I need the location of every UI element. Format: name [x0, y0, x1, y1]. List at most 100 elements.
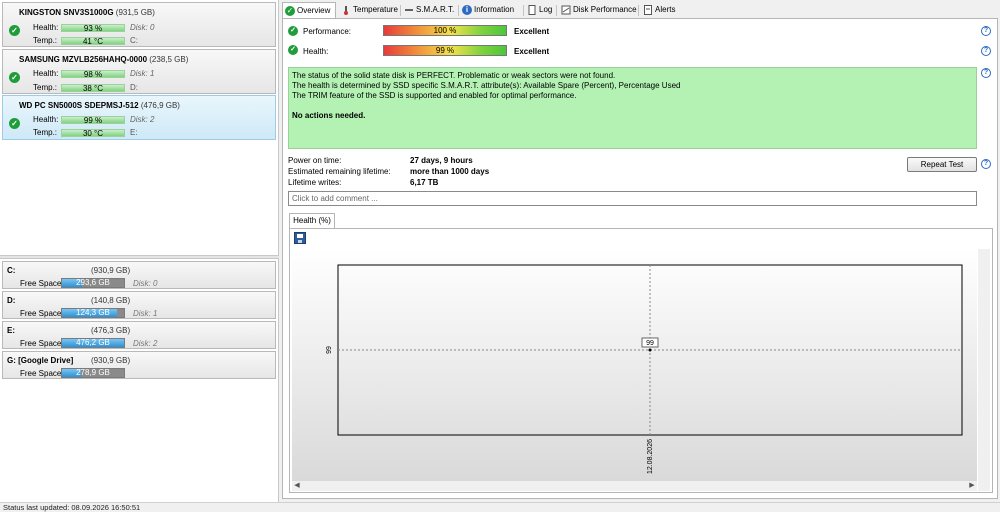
check-icon: ✓ [9, 25, 20, 36]
tab-separator [458, 5, 459, 16]
disk-name: KINGSTON SNV3S1000G (931,5 GB) [19, 8, 155, 17]
free-space-bar: 293,6 GB [61, 278, 125, 288]
disk-item-2[interactable]: WD PC SN5000S SDEPMSJ-512 (476,9 GB) ✓ H… [2, 95, 276, 140]
health-bar: 93 % [61, 24, 125, 33]
vertical-scrollbar[interactable] [978, 249, 990, 491]
overview-panel: ✓ Performance: 100 % Excellent ? ✓ Healt… [282, 18, 998, 499]
health-label: Health: [33, 23, 59, 32]
disk-number: Disk: 1 [130, 69, 155, 78]
tab-label: S.M.A.R.T. [416, 5, 455, 14]
tab-overview[interactable]: ✓ Overview [282, 2, 336, 18]
thermometer-icon [341, 5, 351, 15]
volume-item-c[interactable]: C: (930,9 GB) Free Space 293,6 GB Disk: … [2, 261, 276, 289]
status-message-line: The status of the solid state disk is PE… [292, 71, 616, 80]
disk-item-1[interactable]: SAMSUNG MZVLB256HAHQ-0000 (238,5 GB) ✓ H… [2, 49, 276, 94]
disk-size: (476,9 GB) [140, 101, 180, 110]
tab-separator [400, 5, 401, 16]
performance-bar: 100 % [383, 25, 507, 36]
disk-size: (931,5 GB) [115, 8, 155, 17]
tab-label: Overview [297, 6, 331, 15]
tab-label: Disk Performance [573, 5, 637, 14]
free-space-bar: 124,3 GB [61, 308, 125, 318]
health-bar: 98 % [61, 70, 125, 79]
temp-bar: 30 °C [61, 129, 125, 138]
volume-size: (930,9 GB) [91, 266, 131, 275]
health-bar: 99 % [61, 116, 125, 125]
drive-letter: E: [130, 128, 138, 137]
scroll-left-icon[interactable]: ◀ [292, 481, 302, 491]
info-icon: i [462, 5, 472, 15]
x-tick-label: 12.08.2026 [647, 439, 654, 474]
help-icon[interactable]: ? [981, 159, 991, 169]
data-point [648, 348, 652, 352]
tab-information[interactable]: i Information [460, 2, 514, 18]
volume-disk: Disk: 2 [133, 339, 158, 348]
volume-letter: D: [7, 296, 16, 305]
tab-health-chart[interactable]: Health (%) [289, 213, 335, 228]
disk-size: (238,5 GB) [149, 55, 189, 64]
disk-model: WD PC SN5000S SDEPMSJ-512 [19, 101, 139, 110]
comment-input[interactable] [288, 191, 977, 206]
disk-number: Disk: 2 [130, 115, 155, 124]
disk-model: KINGSTON SNV3S1000G [19, 8, 114, 17]
smart-icon [404, 5, 414, 15]
free-space-label: Free Space [20, 339, 62, 348]
power-on-label: Power on time: [288, 156, 342, 165]
lifetime-value: more than 1000 days [410, 167, 490, 176]
temp-bar: 41 °C [61, 37, 125, 46]
disk-name: SAMSUNG MZVLB256HAHQ-0000 (238,5 GB) [19, 55, 188, 64]
check-icon: ✓ [288, 45, 298, 55]
drive-letter: C: [130, 36, 138, 45]
volume-letter: E: [7, 326, 15, 335]
volume-item-d[interactable]: D: (140,8 GB) Free Space 124,3 GB Disk: … [2, 291, 276, 319]
temp-label: Temp.: [33, 83, 58, 92]
horizontal-scrollbar[interactable]: ◀ ▶ [292, 481, 977, 491]
help-icon[interactable]: ? [981, 26, 991, 36]
tab-log[interactable]: Log [525, 2, 552, 18]
repeat-test-button[interactable]: Repeat Test [907, 157, 977, 172]
tab-alerts[interactable]: Alerts [641, 2, 675, 18]
free-space-value: 278,9 GB [76, 368, 110, 377]
volume-letter: G: [Google Drive] [7, 356, 74, 365]
volume-item-e[interactable]: E: (476,3 GB) Free Space 476,2 GB Disk: … [2, 321, 276, 349]
tab-separator [556, 5, 557, 16]
health-bar: 99 % [383, 45, 507, 56]
tab-separator [638, 5, 639, 16]
volume-item-g[interactable]: G: [Google Drive] (930,9 GB) Free Space … [2, 351, 276, 379]
disk-item-0[interactable]: KINGSTON SNV3S1000G (931,5 GB) ✓ Health:… [2, 2, 276, 47]
chart-frame: 99 99 12.08.2026 ◀ ▶ [289, 228, 993, 493]
status-bar: Status last updated: 08.09.2026 16:50:51 [0, 502, 1000, 512]
volume-size: (476,3 GB) [91, 326, 131, 335]
free-space-label: Free Space [20, 279, 62, 288]
help-icon[interactable]: ? [981, 68, 991, 78]
drive-letter: D: [130, 83, 138, 92]
alerts-icon [643, 5, 653, 15]
tab-disk-performance[interactable]: Disk Performance [559, 2, 637, 18]
writes-value: 6,17 TB [410, 178, 439, 187]
tab-smart[interactable]: S.M.A.R.T. [402, 2, 454, 18]
tab-temperature[interactable]: Temperature [339, 2, 398, 18]
health-rating: Excellent [514, 47, 550, 56]
free-space-label: Free Space [20, 369, 62, 378]
free-space-value: 124,3 GB [76, 308, 110, 317]
check-icon: ✓ [288, 26, 298, 36]
tab-label: Alerts [655, 5, 676, 14]
chart-area: 99 99 12.08.2026 [292, 249, 977, 481]
disk-number: Disk: 0 [130, 23, 155, 32]
help-icon[interactable]: ? [981, 46, 991, 56]
save-icon[interactable] [294, 232, 306, 244]
status-message-line: The health is determined by SSD specific… [292, 81, 681, 90]
performance-label: Performance: [303, 27, 352, 36]
check-icon: ✓ [9, 72, 20, 83]
scroll-right-icon[interactable]: ▶ [967, 481, 977, 491]
check-icon: ✓ [285, 6, 295, 16]
health-label: Health: [33, 69, 59, 78]
status-message-box: The status of the solid state disk is PE… [288, 67, 977, 149]
free-space-value: 476,2 GB [76, 338, 110, 347]
free-space-label: Free Space [20, 309, 62, 318]
disk-performance-icon [561, 5, 571, 15]
panel-divider[interactable] [0, 255, 279, 259]
action-message: No actions needed. [292, 111, 366, 120]
disk-model: SAMSUNG MZVLB256HAHQ-0000 [19, 55, 148, 64]
performance-rating: Excellent [514, 27, 550, 36]
